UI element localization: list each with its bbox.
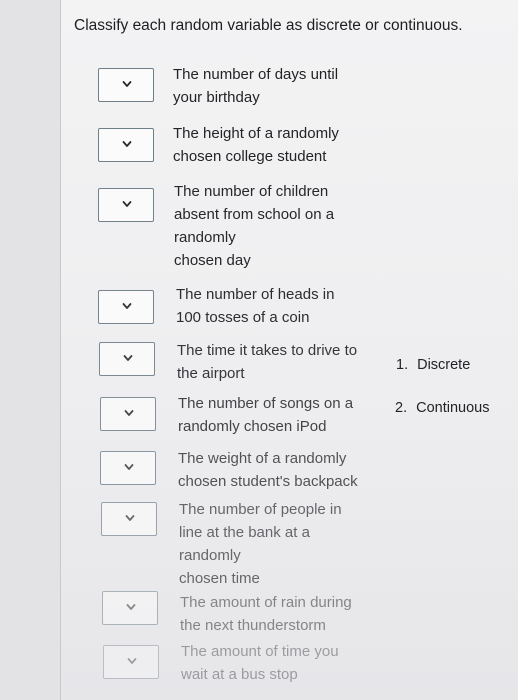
variable-label: The number of heads in 100 tosses of a co…	[176, 283, 376, 329]
label-line: 100 tosses of a coin	[176, 309, 310, 326]
option-label: Discrete	[417, 357, 471, 373]
label-line: line at the bank at a	[179, 524, 310, 541]
answer-dropdown[interactable]	[98, 128, 154, 162]
label-line: chosen day	[174, 252, 251, 269]
answer-dropdown[interactable]	[100, 451, 156, 485]
page-margin	[0, 0, 60, 700]
chevron-down-icon	[122, 141, 132, 147]
label-line: The number of heads in	[176, 286, 335, 303]
label-line: The number of days until	[173, 66, 339, 83]
chevron-down-icon	[126, 604, 136, 610]
label-line: The time it takes to drive to	[177, 342, 358, 359]
label-line: chosen student's backpack	[178, 473, 358, 490]
chevron-down-icon	[124, 464, 134, 470]
label-line: the airport	[177, 365, 245, 382]
option-number: 2.	[395, 400, 408, 416]
label-line: randomly	[179, 547, 241, 564]
label-line: The amount of time you	[181, 643, 339, 660]
chevron-down-icon	[123, 355, 133, 361]
answer-dropdown[interactable]	[103, 645, 159, 679]
answer-dropdown[interactable]	[99, 342, 155, 376]
answer-dropdown[interactable]	[98, 68, 154, 102]
chevron-down-icon	[122, 303, 132, 309]
label-line: The number of songs on a	[178, 395, 354, 412]
chevron-down-icon	[127, 658, 137, 664]
label-line: chosen time	[179, 570, 260, 587]
label-line: your birthday	[173, 89, 260, 106]
label-line: wait at a bus stop	[181, 666, 298, 683]
variable-label: The amount of time you wait at a bus stop	[181, 640, 381, 686]
label-line: The amount of rain during	[180, 594, 352, 611]
answer-dropdown[interactable]	[101, 502, 157, 536]
label-line: chosen college student	[173, 148, 327, 165]
chevron-down-icon	[125, 515, 135, 521]
label-line: randomly chosen iPod	[178, 418, 327, 435]
option-discrete: 1. Discrete	[396, 357, 470, 373]
variable-label: The number of people in line at the bank …	[179, 498, 379, 590]
label-line: The number of children	[174, 183, 329, 200]
answer-dropdown[interactable]	[98, 290, 154, 324]
variable-label: The number of songs on a randomly chosen …	[178, 392, 378, 438]
label-line: The weight of a randomly	[178, 450, 347, 467]
answer-dropdown[interactable]	[98, 188, 154, 222]
option-label: Continuous	[416, 400, 490, 416]
variable-label: The weight of a randomly chosen student's…	[178, 447, 378, 493]
variable-label: The number of children absent from school…	[174, 180, 374, 272]
option-continuous: 2. Continuous	[395, 400, 489, 416]
variable-label: The amount of rain during the next thunde…	[180, 591, 380, 637]
label-line: the next thunderstorm	[180, 617, 326, 634]
chevron-down-icon	[122, 201, 132, 207]
option-number: 1.	[396, 357, 409, 373]
chevron-down-icon	[124, 410, 134, 416]
answer-dropdown[interactable]	[102, 591, 158, 625]
chevron-down-icon	[122, 81, 132, 87]
variable-label: The height of a randomly chosen college s…	[173, 122, 373, 168]
question-title: Classify each random variable as discret…	[74, 17, 463, 34]
label-line: The height of a randomly	[173, 125, 339, 142]
variable-label: The number of days until your birthday	[173, 63, 373, 109]
label-line: randomly	[174, 229, 236, 246]
label-line: The number of people in	[179, 501, 342, 518]
variable-label: The time it takes to drive to the airport	[177, 339, 377, 385]
answer-dropdown[interactable]	[100, 397, 156, 431]
label-line: absent from school on a	[174, 206, 335, 223]
